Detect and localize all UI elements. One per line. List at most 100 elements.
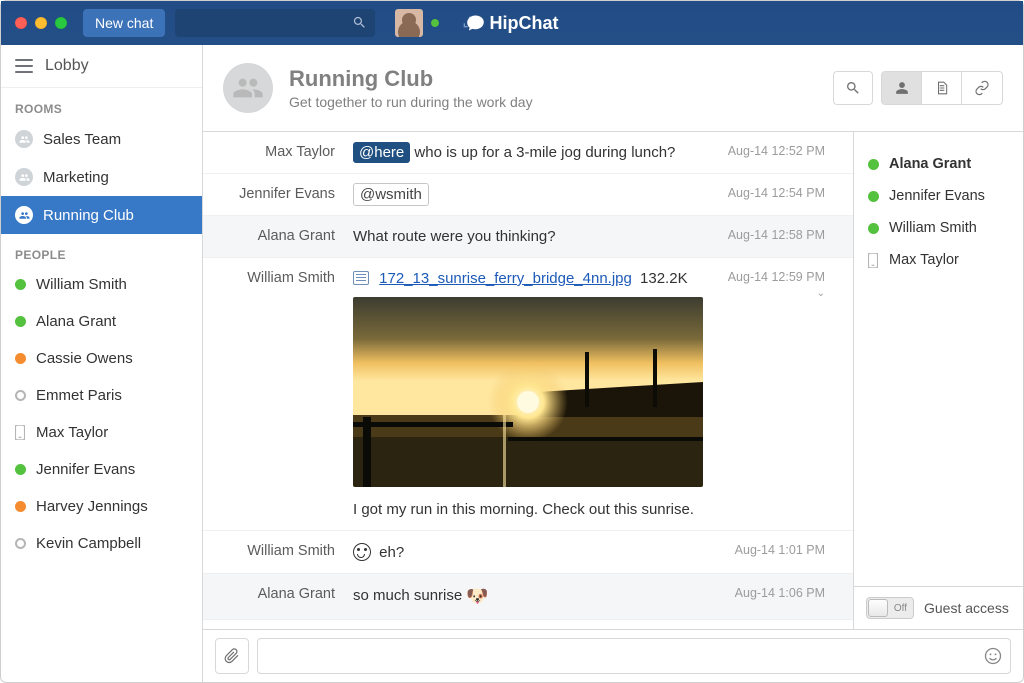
room-actions [833, 71, 1003, 105]
presence-dot-icon [868, 223, 879, 234]
sidebar-person-cassie-owens[interactable]: Cassie Owens [1, 340, 202, 377]
sidebar-item-label: Emmet Paris [36, 387, 122, 404]
message-author: Alana Grant [203, 228, 353, 244]
message-author: Alana Grant [203, 586, 353, 602]
mention-here[interactable]: @here [353, 142, 410, 163]
sidebar-item-label: Running Club [43, 207, 134, 224]
user-avatar[interactable] [395, 9, 423, 37]
attached-image[interactable] [353, 297, 703, 487]
links-toggle[interactable] [962, 72, 1002, 104]
rooms-header: ROOMS [1, 88, 202, 120]
message-row: Alana Grant so much sunrise 🐶 Aug-14 1:0… [203, 574, 853, 620]
guest-access-label: Guest access [924, 600, 1009, 616]
sidebar-person-max-taylor[interactable]: Max Taylor [1, 414, 202, 451]
doge-emoji-icon: 🐶 [466, 586, 488, 606]
sidebar-item-label: Harvey Jennings [36, 498, 148, 515]
message-list: Max Taylor @here who is up for a 3-mile … [203, 132, 853, 629]
presence-dot-icon [868, 159, 879, 170]
file-size: 132.2K [640, 270, 688, 287]
guest-access-toggle[interactable]: Off [866, 597, 914, 619]
participant-alana-grant[interactable]: Alana Grant [868, 148, 1009, 180]
sidebar-person-jennifer-evans[interactable]: Jennifer Evans [1, 451, 202, 488]
sidebar: Lobby ROOMS Sales Team Marketing Running… [1, 45, 203, 682]
sidebar-item-label: Jennifer Evans [36, 461, 135, 478]
attach-button[interactable] [215, 638, 249, 674]
sidebar-person-emmet-paris[interactable]: Emmet Paris [1, 377, 202, 414]
zoom-window-icon[interactable] [55, 17, 67, 29]
document-icon [935, 80, 949, 96]
sidebar-item-label: Sales Team [43, 131, 121, 148]
room-titles: Running Club Get together to run during … [289, 66, 533, 110]
sidebar-room-running-club[interactable]: Running Club [1, 196, 202, 234]
participant-max-taylor[interactable]: Max Taylor [868, 244, 1009, 276]
guest-access-row: Off Guest access [854, 586, 1023, 629]
participant-jennifer-evans[interactable]: Jennifer Evans [868, 180, 1009, 212]
app-brand: HipChat [466, 13, 559, 34]
presence-dot-icon [15, 538, 26, 549]
sidebar-person-kevin-campbell[interactable]: Kevin Campbell [1, 525, 202, 562]
message-author: William Smith [203, 270, 353, 286]
participants-toggle[interactable] [882, 72, 922, 104]
sidebar-item-label: William Smith [36, 276, 127, 293]
link-icon [974, 80, 990, 96]
message-timestamp: Aug-14 12:59 PM [713, 270, 833, 284]
message-row: Alana Grant What route were you thinking… [203, 216, 853, 258]
sidebar-room-sales-team[interactable]: Sales Team [1, 120, 202, 158]
message-timestamp: Aug-14 1:01 PM [713, 543, 833, 557]
user-presence-icon [429, 17, 441, 29]
search-input[interactable] [175, 9, 375, 37]
toggle-knob [868, 599, 888, 617]
close-window-icon[interactable] [15, 17, 27, 29]
sidebar-item-label: Kevin Campbell [36, 535, 141, 552]
participants-list: Alana Grant Jennifer Evans William Smith… [854, 132, 1023, 586]
message-content: eh? [353, 543, 713, 561]
sidebar-person-alana-grant[interactable]: Alana Grant [1, 303, 202, 340]
files-toggle[interactable] [922, 72, 962, 104]
message-text: I got my run in this morning. Check out … [353, 501, 713, 518]
minimize-window-icon[interactable] [35, 17, 47, 29]
collapse-icon[interactable]: ⌄ [713, 288, 833, 299]
message-content: 172_13_sunrise_ferry_bridge_4nn.jpg 132.… [353, 270, 713, 518]
message-input[interactable] [257, 638, 1011, 674]
smile-icon [983, 646, 1003, 666]
message-timestamp: Aug-14 12:58 PM [713, 228, 833, 242]
chat-bubble-icon [466, 13, 486, 33]
search-icon [845, 80, 861, 96]
people-icon [15, 130, 33, 148]
conversation-pane: Running Club Get together to run during … [203, 45, 1023, 682]
message-timestamp: Aug-14 12:54 PM [713, 186, 833, 200]
people-header: PEOPLE [1, 234, 202, 266]
message-timestamp: Aug-14 12:52 PM [713, 144, 833, 158]
message-row: William Smith eh? Aug-14 1:01 PM [203, 531, 853, 574]
new-chat-button[interactable]: New chat [83, 9, 165, 37]
mobile-icon [868, 253, 879, 268]
sidebar-item-label: Alana Grant [36, 313, 116, 330]
compose-bar [203, 629, 1023, 682]
menu-icon [15, 59, 33, 73]
participant-william-smith[interactable]: William Smith [868, 212, 1009, 244]
emoji-picker-button[interactable] [983, 646, 1003, 669]
room-search-button[interactable] [833, 71, 873, 105]
sidebar-item-label: Cassie Owens [36, 350, 133, 367]
message-author: Jennifer Evans [203, 186, 353, 202]
sidebar-room-marketing[interactable]: Marketing [1, 158, 202, 196]
file-attachment-link[interactable]: 172_13_sunrise_ferry_bridge_4nn.jpg [379, 270, 632, 287]
message-content: @wsmith [353, 186, 713, 203]
sidebar-person-harvey-jennings[interactable]: Harvey Jennings [1, 488, 202, 525]
lobby-link[interactable]: Lobby [1, 45, 202, 88]
sidebar-person-william-smith[interactable]: William Smith [1, 266, 202, 303]
message-content: What route were you thinking? [353, 228, 713, 245]
message-row: Max Taylor @here who is up for a 3-mile … [203, 132, 853, 174]
sidebar-item-label: Marketing [43, 169, 109, 186]
message-timestamp: Aug-14 1:06 PM [713, 586, 833, 600]
search-icon[interactable] [352, 15, 367, 30]
room-avatar [223, 63, 273, 113]
presence-dot-icon [15, 316, 26, 327]
image-file-icon [353, 271, 369, 285]
message-author: William Smith [203, 543, 353, 559]
top-search [175, 9, 375, 37]
presence-dot-icon [868, 191, 879, 202]
window-controls [15, 17, 67, 29]
people-icon [15, 168, 33, 186]
mention-user[interactable]: @wsmith [353, 183, 429, 206]
